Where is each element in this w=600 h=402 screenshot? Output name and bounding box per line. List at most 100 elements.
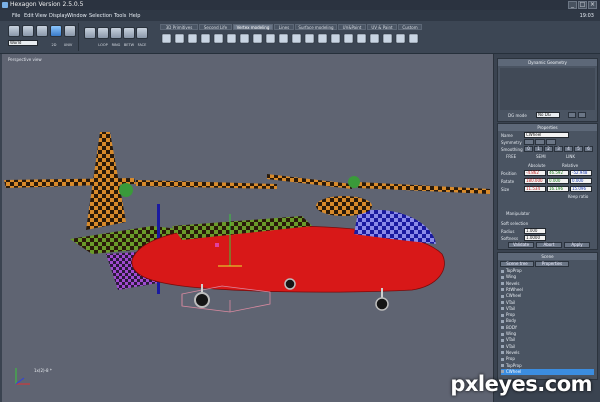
size-x[interactable]: 11.534 xyxy=(524,186,546,192)
object-icon xyxy=(501,301,504,304)
coord-select[interactable]: World xyxy=(8,40,38,46)
abort-button[interactable]: Abort xyxy=(536,242,562,248)
tab-scene-properties[interactable]: Properties xyxy=(535,261,569,267)
menu-edit[interactable]: Edit xyxy=(24,13,34,19)
symmetry-button-x[interactable] xyxy=(524,139,534,145)
tab-uv-paint[interactable]: UV&Paint xyxy=(338,24,366,30)
menu-selection[interactable]: Selection xyxy=(89,13,112,19)
face-icon[interactable] xyxy=(136,27,148,39)
tab-lines[interactable]: Lines xyxy=(274,24,294,30)
front-rotor-blade-right xyxy=(358,182,490,194)
scene-tree-item[interactable]: TopProp xyxy=(501,268,594,274)
scene-tree-item-label: Prop xyxy=(506,356,515,362)
scene-tree-item[interactable]: Wing xyxy=(501,331,594,337)
position-x[interactable]: -4.862 xyxy=(524,170,546,176)
scene-tree-item-label: VTail xyxy=(506,337,516,343)
scene-tree-item[interactable]: Wing xyxy=(501,274,594,280)
relative-radio[interactable]: Relative xyxy=(562,163,578,168)
menu-bar: File Edit View Display Window Selection … xyxy=(0,10,600,21)
tab-custom[interactable]: Custom xyxy=(398,24,422,30)
smoothing-5[interactable]: 5 xyxy=(574,146,583,152)
rotate-y[interactable]: 0.000 xyxy=(547,178,569,184)
rotate-x[interactable]: 180.000 xyxy=(524,178,546,184)
smoothing-6[interactable]: 6 xyxy=(584,146,593,152)
select-icon[interactable] xyxy=(8,25,20,37)
between-icon[interactable] xyxy=(123,27,135,39)
maximize-button[interactable]: □ xyxy=(578,1,587,9)
ring-icon[interactable] xyxy=(110,27,122,39)
vertex-tools-icons[interactable] xyxy=(160,32,422,46)
scene-tree-item[interactable]: Nevels xyxy=(501,350,594,356)
scene-tree-item-label: Prop xyxy=(506,312,515,318)
manipulator-label[interactable]: Manipulator xyxy=(506,211,530,216)
flag-link[interactable]: LINK xyxy=(566,154,575,159)
smoothing-0[interactable]: 0 xyxy=(524,146,533,152)
size-y[interactable]: 16.196 xyxy=(547,186,569,192)
close-button[interactable]: × xyxy=(588,1,597,9)
position-y[interactable]: 46.592 xyxy=(547,170,569,176)
scene-tree-list[interactable]: TopProp Wing Nevels RtWheel CWheel VTail VTail… xyxy=(498,268,597,378)
symmetry-button-y[interactable] xyxy=(535,139,545,145)
scene-tree-item[interactable]: Prop xyxy=(501,312,594,318)
soft-selection-label[interactable]: Soft selection xyxy=(501,221,528,226)
scene-tree-item[interactable]: Nevels xyxy=(501,281,594,287)
dg-button-2[interactable] xyxy=(578,112,586,118)
scene-tree-item[interactable]: TopProp xyxy=(501,363,594,369)
keep-ratio-checkbox[interactable]: Keep ratio xyxy=(568,194,588,199)
symmetry-button-z[interactable] xyxy=(546,139,556,145)
move-icon[interactable] xyxy=(22,25,34,37)
dg-mode-select[interactable]: No DG xyxy=(536,112,560,118)
scene-tree-item[interactable]: VTail xyxy=(501,337,594,343)
perspective-viewport[interactable]: Perspective view 1x(2)-8 * xyxy=(2,54,494,402)
smoothing-3[interactable]: 3 xyxy=(554,146,563,152)
gizmo-handle[interactable] xyxy=(215,243,219,247)
radius-field[interactable]: 1.000 xyxy=(524,228,546,234)
universal-icon[interactable] xyxy=(64,25,76,37)
dg-button-1[interactable] xyxy=(568,112,576,118)
smoothing-4[interactable]: 4 xyxy=(564,146,573,152)
tab-scene-tree[interactable]: Scene tree xyxy=(500,261,534,267)
object-icon xyxy=(501,294,504,298)
scene-tree-item[interactable]: VTail xyxy=(501,300,594,306)
scene-tree-item[interactable]: VTail xyxy=(501,344,594,350)
absolute-radio[interactable]: Absolute xyxy=(528,163,545,168)
tab-second-life[interactable]: Second Life xyxy=(199,24,232,30)
selected-wheel[interactable] xyxy=(194,292,210,308)
rotate-z[interactable]: 0.000 xyxy=(570,178,592,184)
menu-window[interactable]: Window xyxy=(67,13,87,19)
menu-help[interactable]: Help xyxy=(129,13,140,19)
tab-surface-modeling[interactable]: Surface modeling xyxy=(295,24,337,30)
scale-icon[interactable] xyxy=(50,25,62,37)
aircraft-model[interactable] xyxy=(2,54,494,402)
name-field[interactable]: CWheel xyxy=(524,132,569,138)
smoothing-2[interactable]: 2 xyxy=(544,146,553,152)
scene-tree-item[interactable]: BODY xyxy=(501,325,594,331)
apply-button[interactable]: Apply xyxy=(564,242,590,248)
title-bar: Hexagon Version 2.5.0.5 _ □ × xyxy=(0,0,600,10)
minimize-button[interactable]: _ xyxy=(568,1,577,9)
scene-tree-item[interactable]: RtWheel xyxy=(501,287,594,293)
smoothing-1[interactable]: 1 xyxy=(534,146,543,152)
flag-free[interactable]: FREE xyxy=(506,154,516,159)
scene-tree-item[interactable]: Body xyxy=(501,318,594,324)
scene-tree-item[interactable]: Prop xyxy=(501,356,594,362)
tab-vertex-modeling[interactable]: Vertex modeling xyxy=(233,24,273,30)
tab-3d-primitives[interactable]: 3D Primitives xyxy=(160,24,198,30)
position-z[interactable]: -52.948 xyxy=(570,170,592,176)
menu-display[interactable]: Display xyxy=(49,13,67,19)
scene-header: Scene xyxy=(498,253,597,260)
tab-uv-paint-2[interactable]: UV & Paint xyxy=(367,24,397,30)
symmetry-label: Symmetry xyxy=(501,140,522,145)
menu-tools[interactable]: Tools xyxy=(114,13,126,19)
scene-tree-item[interactable]: CWheel xyxy=(501,293,594,299)
softness-field[interactable]: 1.0000 xyxy=(524,235,546,241)
size-z[interactable]: 15.096 xyxy=(570,186,592,192)
flag-semi[interactable]: SEMI xyxy=(536,154,546,159)
loop-icon[interactable] xyxy=(97,27,109,39)
vertex-select-icon[interactable] xyxy=(84,27,96,39)
rotate-icon[interactable] xyxy=(36,25,48,37)
scene-tree-item[interactable]: VTail xyxy=(501,306,594,312)
menu-file[interactable]: File xyxy=(12,13,20,19)
menu-view[interactable]: View xyxy=(35,13,47,19)
validate-button[interactable]: Validate xyxy=(508,242,534,248)
